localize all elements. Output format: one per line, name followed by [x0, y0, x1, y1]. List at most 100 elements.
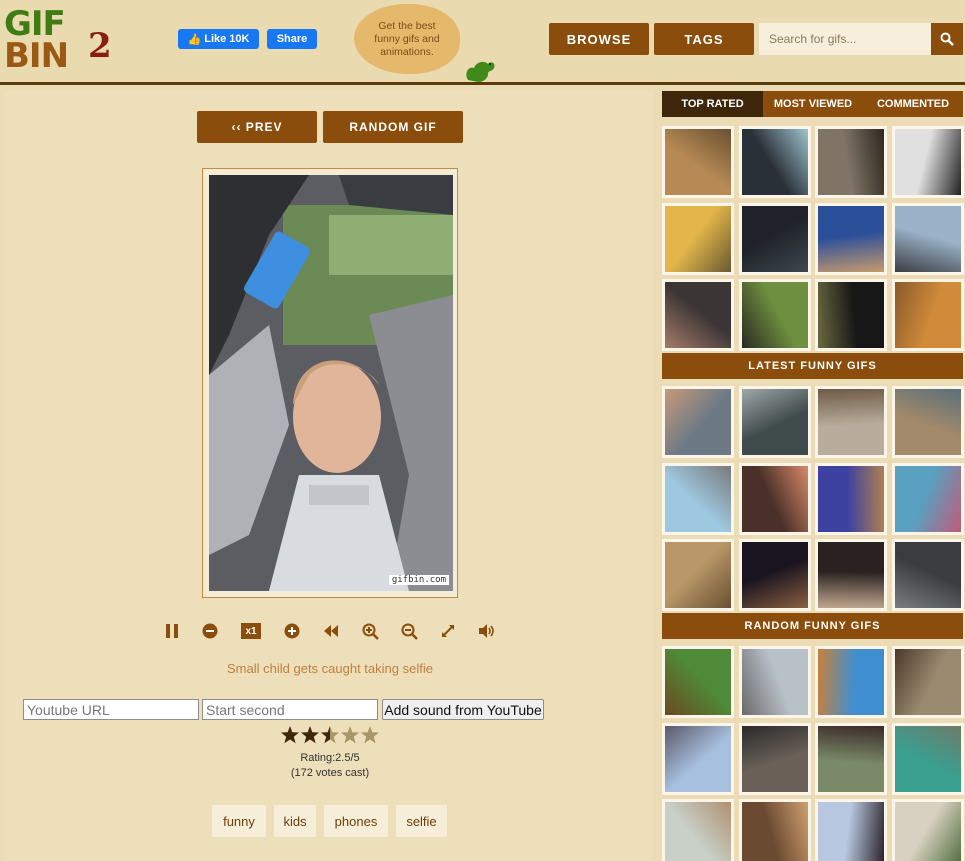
- slower-button[interactable]: [199, 620, 221, 642]
- gif-thumbnail[interactable]: [738, 646, 811, 718]
- tag-selfie[interactable]: selfie: [396, 805, 447, 837]
- tab-most-viewed[interactable]: MOST VIEWED: [763, 91, 863, 117]
- player-controls: x1: [160, 620, 500, 644]
- search-input[interactable]: Search for gifs...: [759, 23, 931, 55]
- tag-phones[interactable]: phones: [324, 805, 388, 837]
- gif-thumbnail[interactable]: [891, 722, 964, 795]
- gif-frame: gifbin.com: [202, 168, 458, 598]
- gif-thumbnail[interactable]: [738, 539, 811, 611]
- rating-stars[interactable]: [280, 725, 380, 745]
- thumbs-up-icon: 👍: [187, 33, 202, 46]
- gif-thumbnail[interactable]: [662, 799, 734, 861]
- zoom-out-icon: [401, 623, 418, 640]
- gif-thumbnail[interactable]: [891, 462, 964, 535]
- facebook-share-button[interactable]: Share: [267, 29, 317, 49]
- random-gif-button[interactable]: RANDOM GIF: [323, 111, 463, 143]
- votes-count: (172 votes cast): [290, 767, 370, 779]
- gif-thumbnail[interactable]: [738, 462, 811, 535]
- rating-star-3[interactable]: [320, 726, 340, 744]
- faster-button[interactable]: [281, 620, 303, 642]
- gif-thumbnail[interactable]: [662, 202, 734, 275]
- gif-thumbnail[interactable]: [738, 722, 811, 795]
- gif-thumbnail[interactable]: [815, 646, 887, 718]
- gif-thumbnail[interactable]: [815, 799, 887, 861]
- search-placeholder: Search for gifs...: [769, 32, 857, 46]
- gif-thumbnail[interactable]: [662, 539, 734, 611]
- fullscreen-button[interactable]: [437, 620, 459, 642]
- gif-thumbnail-image: [665, 725, 731, 792]
- gif-thumbnail[interactable]: [815, 539, 887, 611]
- gif-thumbnail[interactable]: [738, 386, 811, 458]
- gif-thumbnail[interactable]: [662, 279, 734, 351]
- facebook-like-button[interactable]: 👍 Like 10K: [178, 29, 259, 49]
- gif-thumbnail-image: [818, 465, 884, 532]
- gif-thumbnail[interactable]: [891, 646, 964, 718]
- search-button[interactable]: [931, 23, 963, 55]
- gif-thumbnail-image: [741, 389, 808, 455]
- gif-thumbnail-image: [741, 129, 808, 195]
- gif-thumbnail[interactable]: [891, 386, 964, 458]
- reverse-button[interactable]: [320, 620, 342, 642]
- sound-button[interactable]: [476, 620, 498, 642]
- tags-button[interactable]: TAGS: [654, 23, 754, 55]
- gif-thumbnail-image: [818, 802, 884, 861]
- gif-thumbnail[interactable]: [815, 126, 887, 198]
- random-gifs-title: RANDOM FUNNY GIFS: [662, 613, 963, 639]
- search-icon: [940, 32, 954, 46]
- gif-scene: [209, 175, 453, 591]
- squirrel-icon: [466, 61, 495, 82]
- gif-thumbnail-image: [818, 389, 884, 455]
- gif-thumbnail[interactable]: [662, 722, 734, 795]
- facebook-like-label: Like 10K: [204, 33, 250, 45]
- gif-thumbnail[interactable]: [662, 462, 734, 535]
- rating-text: Rating:2.5/5: [300, 752, 360, 764]
- gif-thumbnail[interactable]: [815, 202, 887, 275]
- gif-thumbnail[interactable]: [662, 386, 734, 458]
- gif-thumbnail[interactable]: [815, 462, 887, 535]
- gif-image[interactable]: gifbin.com: [209, 175, 453, 591]
- rating-star-5[interactable]: [360, 726, 380, 744]
- gif-thumbnail-image: [894, 725, 961, 792]
- gif-thumbnail[interactable]: [662, 126, 734, 198]
- gif-thumbnail[interactable]: [891, 202, 964, 275]
- gif-thumbnail[interactable]: [738, 799, 811, 861]
- gif-thumbnail-image: [818, 282, 884, 348]
- rating-star-1[interactable]: [280, 726, 300, 744]
- site-logo[interactable]: GIF BIN 2: [4, 4, 124, 76]
- prev-button[interactable]: ‹‹ PREV: [197, 111, 317, 143]
- zoom-in-button[interactable]: [359, 620, 381, 642]
- add-sound-button[interactable]: Add sound from YouTube: [382, 699, 544, 720]
- tab-top-rated[interactable]: TOP RATED: [662, 91, 763, 117]
- gif-thumbnail-image: [665, 389, 731, 455]
- gif-thumbnail[interactable]: [815, 386, 887, 458]
- site-header: GIF BIN 2 👍 Like 10K Share Get the best …: [0, 0, 965, 85]
- browse-button[interactable]: BROWSE: [549, 23, 649, 55]
- tab-commented[interactable]: COMMENTED: [863, 91, 963, 117]
- youtube-url-input[interactable]: Youtube URL: [23, 699, 199, 720]
- gif-thumbnail[interactable]: [738, 279, 811, 351]
- start-second-input[interactable]: Start second: [202, 699, 378, 720]
- gif-thumbnail-image: [894, 542, 961, 608]
- tag-funny[interactable]: funny: [212, 805, 266, 837]
- start-second-placeholder: Start second: [206, 701, 285, 718]
- gif-thumbnail[interactable]: [891, 279, 964, 351]
- gif-thumbnail-image: [894, 465, 961, 532]
- minus-circle-icon: [202, 623, 218, 639]
- zoom-out-button[interactable]: [398, 620, 420, 642]
- gif-thumbnail[interactable]: [891, 799, 964, 861]
- gif-thumbnail[interactable]: [891, 539, 964, 611]
- rating-star-2[interactable]: [300, 726, 320, 744]
- gif-thumbnail-image: [665, 282, 731, 348]
- gif-thumbnail[interactable]: [662, 646, 734, 718]
- gif-thumbnail-image: [818, 649, 884, 715]
- pause-button[interactable]: [161, 620, 183, 642]
- rating-star-4[interactable]: [340, 726, 360, 744]
- gif-thumbnail[interactable]: [815, 279, 887, 351]
- gif-thumbnail[interactable]: [738, 202, 811, 275]
- gif-thumbnail-image: [894, 205, 961, 272]
- gif-thumbnail[interactable]: [891, 126, 964, 198]
- gif-thumbnail[interactable]: [738, 126, 811, 198]
- tag-kids[interactable]: kids: [274, 805, 316, 837]
- gif-thumbnail-image: [894, 129, 961, 195]
- gif-thumbnail[interactable]: [815, 722, 887, 795]
